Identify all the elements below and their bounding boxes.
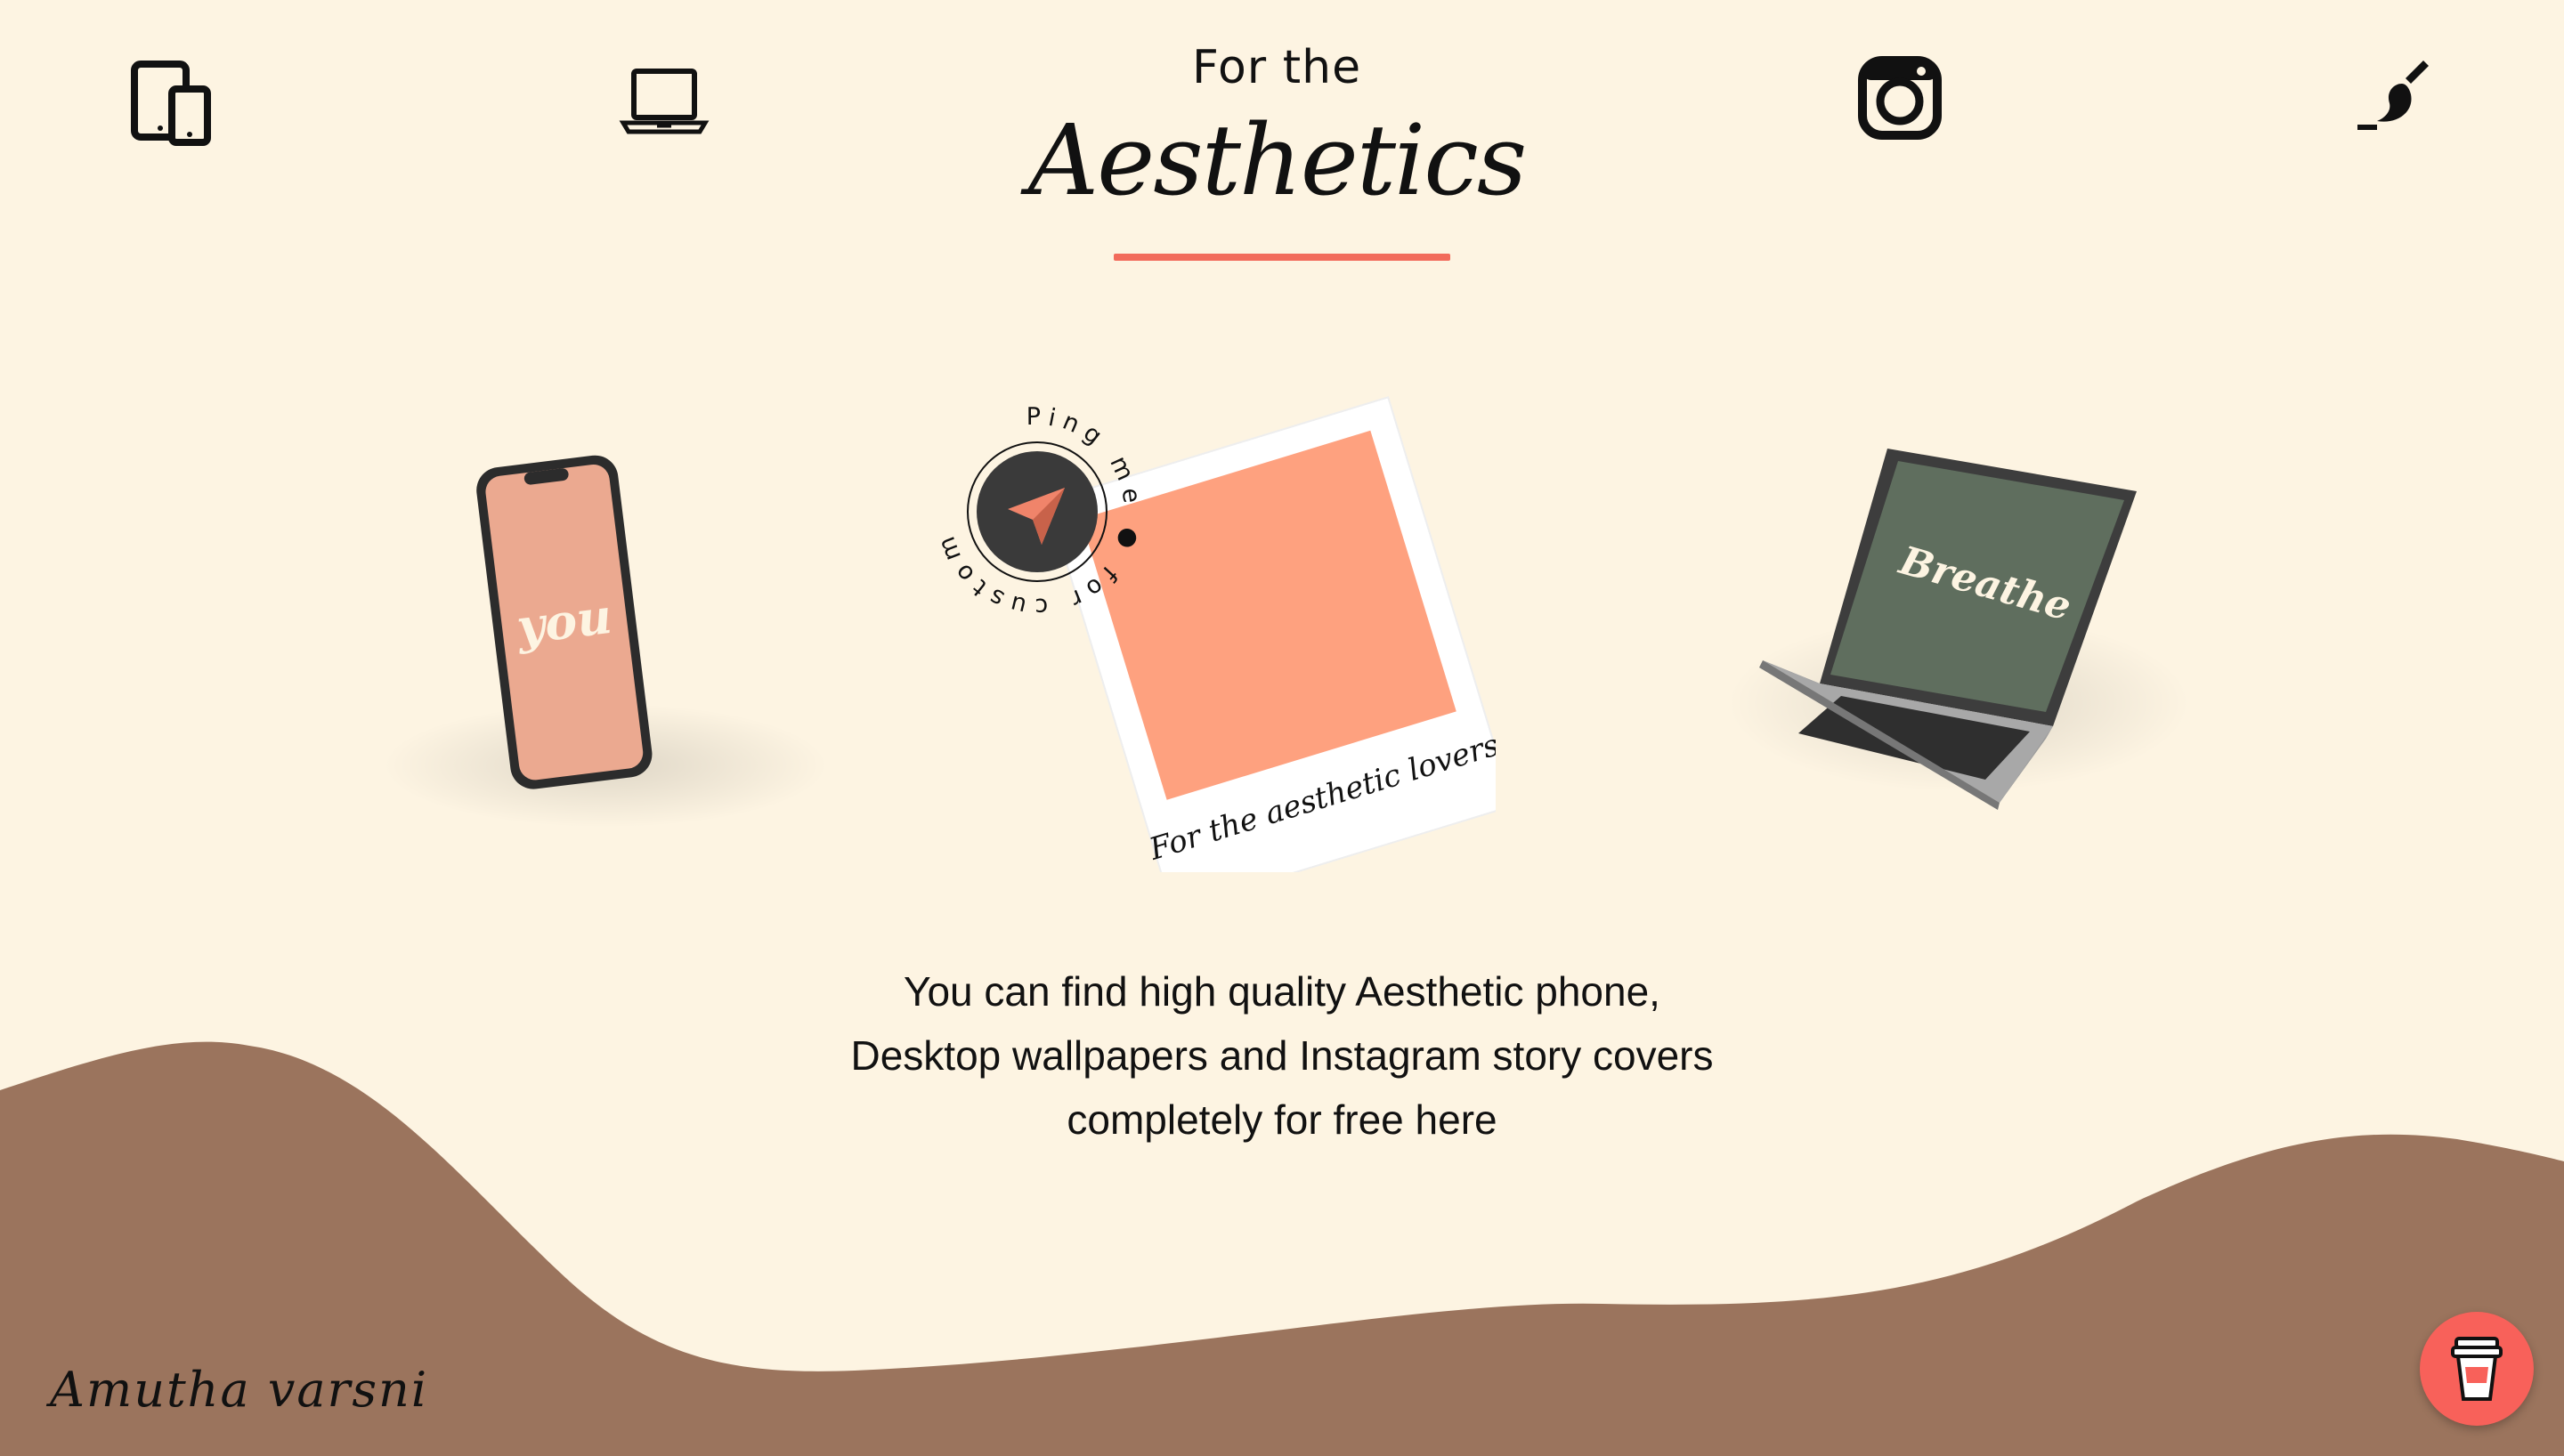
page-title: Aesthetics bbox=[1027, 103, 1528, 217]
title-underline bbox=[1114, 254, 1450, 261]
custom-orders-badge[interactable]: Ping me ● for custom orders ● bbox=[908, 383, 1166, 641]
description-line: Desktop wallpapers and Instagram story c… bbox=[850, 1032, 1714, 1079]
coffee-cup-icon bbox=[2451, 1337, 2503, 1401]
laptop-icon[interactable] bbox=[611, 46, 718, 153]
devices-icon[interactable] bbox=[118, 46, 225, 153]
signature-logo: Amutha varsni bbox=[50, 1362, 429, 1418]
description-line: You can find high quality Aesthetic phon… bbox=[904, 968, 1660, 1015]
description-line: completely for free here bbox=[1067, 1096, 1497, 1143]
buy-me-coffee-button[interactable] bbox=[2420, 1312, 2534, 1426]
phone-mockup[interactable]: you bbox=[374, 418, 837, 881]
instagram-icon[interactable] bbox=[1846, 44, 1953, 151]
phone-screen-text: you bbox=[513, 587, 615, 656]
brush-icon[interactable] bbox=[2341, 44, 2448, 151]
laptop-mockup[interactable]: Breathe bbox=[1692, 427, 2190, 819]
title-prefix: For the bbox=[1191, 41, 1362, 94]
description-text: You can find high quality Aesthetic phon… bbox=[748, 959, 1816, 1152]
